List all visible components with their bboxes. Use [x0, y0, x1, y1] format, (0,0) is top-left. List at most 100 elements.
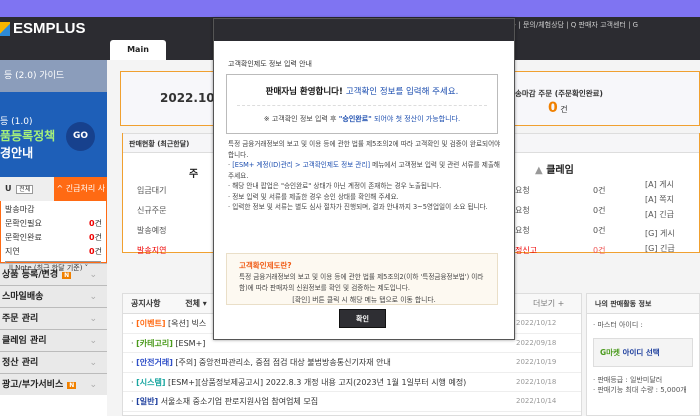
claim-count: 0건: [593, 206, 606, 215]
order-item[interactable]: 입금대기: [137, 185, 166, 196]
unit: 건: [560, 105, 568, 114]
claim-item[interactable]: 정신고: [515, 245, 537, 256]
claim-count: 0건: [593, 226, 606, 235]
note-text: 되어야 첫 정산이 가능합니다.: [374, 115, 461, 123]
menu-label: 광고/부가서비스: [2, 380, 64, 390]
guide-link[interactable]: 등 (2.0) 가이드: [0, 60, 107, 92]
bullet-text: 입력한 정보 및 서류는 별도 심사 절차가 진행되며, 결과 안내까지 3~5…: [232, 203, 488, 211]
chevron-down-icon: ⌄: [89, 358, 97, 368]
notice-date: 2022/10/12: [516, 319, 557, 327]
notice-tag: [안전거래]: [136, 358, 173, 367]
customer-verification-modal: 고객확인제도 정보 입력 안내 판매자님 환영합니다! 고객확인 정보를 입력해…: [213, 18, 515, 340]
welcome-text: 판매자님 환영합니다!: [265, 87, 343, 97]
side-item[interactable]: [A] 쪽지: [645, 194, 674, 205]
side-item[interactable]: [A] 게시: [645, 179, 674, 190]
notice-filter[interactable]: 전체 ▾: [185, 299, 207, 308]
more-link[interactable]: 더보기 +: [533, 294, 564, 314]
notice-text: [ESM+]: [175, 338, 206, 348]
my-info-title: 나의 판매활동 정보: [587, 294, 699, 314]
master-id: · 마스터 아이디 :: [593, 321, 643, 329]
modal-footer-text: [확인] 버튼 클릭 시 해당 메뉴 탭으로 이동 합니다.: [292, 296, 436, 304]
urgent-item[interactable]: 지연 0건: [5, 246, 102, 260]
logo[interactable]: ESMPLUS: [0, 20, 86, 37]
chevron-down-icon: ⌄: [89, 292, 97, 302]
urgent-label: 문확인완료: [5, 233, 42, 242]
claim-item[interactable]: 요청: [515, 205, 530, 216]
menu-ads[interactable]: 광고/부가서비스 N ⌄: [0, 373, 107, 395]
bullet-text: 정보 입력 및 서류를 제출한 경우 승인 상태를 확인해 주세요.: [232, 192, 399, 201]
menu-label: 스마일배송: [2, 292, 44, 302]
menu-label: 주문 관리: [2, 314, 39, 324]
unit: 건: [94, 233, 102, 242]
urgent-label: 지연: [5, 247, 20, 256]
info-text: 특정 금융거래정보의 보고 및 이용 등에 관한 법률 제5조의2(이하 '특정…: [239, 273, 484, 292]
confirm-button[interactable]: 확인: [339, 309, 386, 328]
side-item[interactable]: [G] 긴급: [645, 243, 675, 254]
menu-label: 상품 등록/변경: [2, 270, 59, 280]
order-item[interactable]: 신규주문: [137, 205, 166, 216]
all-button[interactable]: 전체: [16, 185, 34, 194]
notice-date: 2022/10/14: [516, 397, 557, 405]
new-badge: N: [67, 382, 77, 389]
note-highlight: "승인완료": [338, 115, 372, 123]
notice-text: [옥션] 빅스: [168, 319, 207, 328]
top-banner[interactable]: [0, 0, 700, 17]
claim-item[interactable]: 요청: [515, 225, 530, 236]
sidebar: 등 (2.0) 가이드 등 (1.0) 품등록정책 경안내 GO U 전체 ^ …: [0, 60, 107, 416]
notice-tag: [이벤트]: [136, 319, 166, 328]
urgent-item[interactable]: 문확인완료 0건: [5, 232, 102, 246]
claim-count: 0건: [593, 186, 606, 195]
notice-date: 2022/10/19: [516, 358, 557, 366]
chevron-down-icon: ⌄: [89, 314, 97, 324]
urgent-item[interactable]: 문확인필요 0건: [5, 218, 102, 232]
claim-item[interactable]: 요청: [515, 185, 530, 196]
notice-text: [ESM+][상품정보제공고시] 2022.8.3 개정 내용 고지(2023년…: [168, 377, 467, 387]
urgent-label: 발송마감: [5, 205, 35, 214]
menu-product[interactable]: 상품 등록/변경 N ⌄: [0, 263, 107, 285]
notice-tag: [시스템]: [136, 377, 166, 387]
notice-row[interactable]: · [시스템] [ESM+][상품정보제공고시] 2022.8.3 개정 내용 …: [123, 373, 581, 392]
welcome-request: 고객확인 정보를 입력해 주세요.: [345, 87, 459, 97]
new-badge: N: [62, 272, 72, 279]
order-item[interactable]: 발송예정: [137, 225, 166, 236]
urgent-label: 문확인필요: [5, 219, 42, 228]
tab-main[interactable]: Main: [110, 40, 166, 60]
my-info-panel: 나의 판매활동 정보 · 마스터 아이디 : G마켓 아이디 선택 · 판매등급…: [586, 293, 700, 416]
close-order-count[interactable]: 0 건: [548, 100, 568, 116]
id-select[interactable]: G마켓 아이디 선택: [593, 338, 693, 367]
tab-u[interactable]: U 전체: [0, 177, 54, 201]
welcome-box: 판매자님 환영합니다! 고객확인 정보를 입력해 주세요. ※ 고객확인 정보 …: [226, 74, 498, 134]
urgent-item[interactable]: 발송마감: [5, 204, 102, 218]
bullet-text: 해당 안내 팝업은 "승인완료" 상태가 아닌 계정이 존재하는 경우 노출됩니…: [232, 182, 442, 190]
logo-icon: [0, 21, 10, 36]
notice-row[interactable]: · [안전거래] [주의] 중앙전파관리소, 중점 점검 대상 불법방송통신기자…: [123, 353, 581, 373]
notice-row[interactable]: · [일반] 서울소재 중소기업 판로지원사업 참여업체 모집 2022/10/1…: [123, 392, 581, 412]
menu-settlement[interactable]: 정산 관리 ⌄: [0, 351, 107, 373]
bullet: · 정보 입력 및 서류를 제출한 경우 승인 상태를 확인해 주세요.: [228, 192, 399, 201]
menu-order[interactable]: 주문 관리 ⌄: [0, 307, 107, 329]
info-title: 고객확인제도란?: [239, 261, 292, 270]
note-text: ※ 고객확인 정보 입력 후: [263, 115, 337, 123]
go-button[interactable]: GO: [66, 122, 95, 151]
menu-smile[interactable]: 스마일배송 ⌄: [0, 285, 107, 307]
menu-label: 클레임 관리: [2, 336, 47, 346]
modal-body: 특정 금융거래정보의 보고 및 이용 등에 관한 법률 제5조의2에 따라 고객…: [228, 139, 504, 213]
logo-text: ESMPLUS: [13, 20, 86, 37]
order-heading: 주: [189, 169, 199, 180]
promo-banner[interactable]: 등 (1.0) 품등록정책 경안내 GO: [0, 92, 107, 177]
claim-heading: ▲ 클레임: [535, 161, 574, 176]
account-menu-link[interactable]: [ESM+ 계정(ID)관리 > 고객확인제도 정보 관리]: [232, 161, 370, 169]
notice-text: 서울소재 중소기업 판로지원사업 참여업체 모집: [160, 397, 319, 406]
menu-claim[interactable]: 클레임 관리 ⌄: [0, 329, 107, 351]
side-item[interactable]: [A] 긴급: [645, 209, 674, 220]
claim-label: 클레임: [546, 165, 574, 176]
bullet: · 입력한 정보 및 서류는 별도 심사 절차가 진행되며, 결과 안내까지 3…: [228, 203, 488, 211]
side-item[interactable]: [G] 게시: [645, 228, 675, 239]
notice-text: [주의] 중앙전파관리소, 중점 점검 대상 불법방송통신기자재 안내: [175, 358, 391, 367]
tab-urgent[interactable]: ^ 긴급처리 사항: [53, 177, 107, 217]
chevron-down-icon: ⌄: [89, 380, 97, 390]
chevron-down-icon: ⌄: [89, 270, 97, 280]
tab-u-label: U: [5, 184, 12, 193]
modal-top-bar: [214, 19, 514, 41]
order-item[interactable]: 발송지연: [137, 245, 166, 256]
